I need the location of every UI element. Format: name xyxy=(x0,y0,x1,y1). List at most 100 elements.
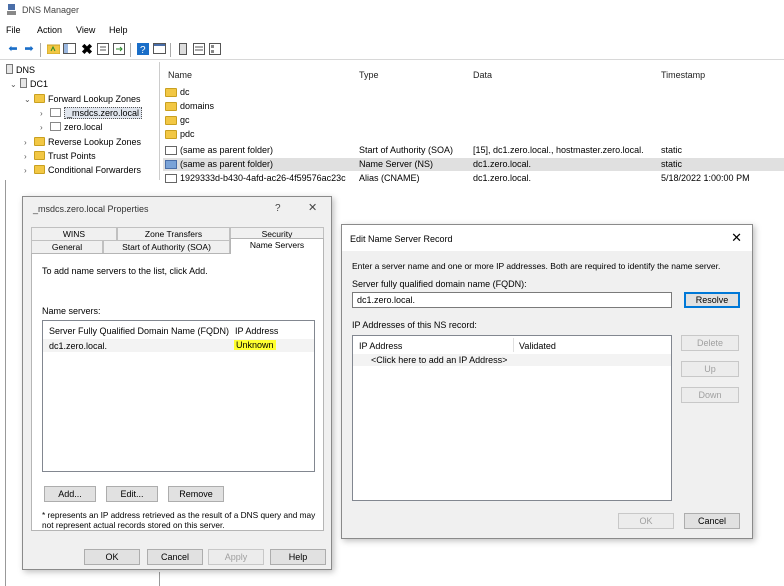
down-button[interactable]: Down xyxy=(681,387,739,403)
intro-text: Enter a server name and one or more IP a… xyxy=(352,261,721,271)
edit-button[interactable]: Edit... xyxy=(106,486,158,502)
list-item-selected[interactable]: (same as parent folder) Name Server (NS)… xyxy=(163,158,784,171)
chevron-down-icon[interactable]: ⌄ xyxy=(10,79,20,91)
chevron-right-icon[interactable]: › xyxy=(24,137,34,149)
record-timestamp: 5/18/2022 1:00:00 PM xyxy=(661,173,750,183)
column-header-name[interactable]: Name xyxy=(168,70,192,80)
server-icon xyxy=(20,78,27,88)
record-type: Start of Authority (SOA) xyxy=(359,145,454,155)
list-item[interactable]: pdc xyxy=(163,128,784,141)
tree-node-conditional-forwarders[interactable]: › Conditional Forwarders xyxy=(24,164,141,176)
console-view-icon[interactable] xyxy=(152,43,166,56)
record-timestamp: static xyxy=(661,145,683,155)
column-header-type[interactable]: Type xyxy=(359,70,379,80)
edit-ns-record-dialog: Edit Name Server Record ✕ Enter a server… xyxy=(341,224,753,539)
ip-addresses-list[interactable]: IP Address Validated <Click here to add … xyxy=(352,335,672,501)
tab-name-servers[interactable]: Name Servers xyxy=(230,238,324,254)
help-icon[interactable]: ? xyxy=(136,43,150,56)
list-item[interactable]: 1929333d-b430-4afd-ac26-4f59576ac23c Ali… xyxy=(163,172,784,185)
record-data: dc1.zero.local. xyxy=(473,159,532,169)
folder-icon xyxy=(34,137,45,146)
ok-button[interactable]: OK xyxy=(618,513,674,529)
tab-zone-transfers[interactable]: Zone Transfers xyxy=(117,227,230,240)
ns-ip-address: Unknown xyxy=(234,340,276,350)
chevron-right-icon[interactable]: › xyxy=(40,108,50,120)
records-list: Name Type Data Timestamp dc domains gc p… xyxy=(163,62,784,192)
tab-wins[interactable]: WINS xyxy=(31,227,117,240)
add-ip-row[interactable]: <Click here to add an IP Address> xyxy=(353,354,671,366)
add-button[interactable]: Add... xyxy=(44,486,96,502)
chevron-right-icon[interactable]: › xyxy=(24,151,34,163)
close-icon[interactable]: ✕ xyxy=(731,230,742,246)
forward-arrow-icon[interactable]: ➡ xyxy=(22,43,36,56)
close-icon[interactable]: ✕ xyxy=(308,201,317,214)
record-name: pdc xyxy=(180,129,195,139)
list-item[interactable]: domains xyxy=(163,100,784,113)
back-arrow-icon[interactable]: ⬅ xyxy=(6,43,20,56)
name-servers-list[interactable]: Server Fully Qualified Domain Name (FQDN… xyxy=(42,320,315,472)
delete-icon[interactable]: ✖ xyxy=(80,42,94,56)
record-data: [15], dc1.zero.local., hostmaster.zero.l… xyxy=(473,145,644,155)
cancel-button[interactable]: Cancel xyxy=(684,513,740,529)
name-servers-label: Name servers: xyxy=(42,306,101,316)
list-view-icon[interactable] xyxy=(192,43,206,56)
tree-node-dns[interactable]: DNS xyxy=(6,64,35,76)
folder-icon xyxy=(34,151,45,160)
column-header-ip-address[interactable]: IP Address xyxy=(235,326,278,336)
toolbar: ⬅ ➡ ✖ ? xyxy=(0,40,784,60)
column-header-fqdn[interactable]: Server Fully Qualified Domain Name (FQDN… xyxy=(49,326,229,336)
folder-up-icon[interactable] xyxy=(46,43,60,56)
chevron-right-icon[interactable]: › xyxy=(24,165,34,177)
tree-node-dc1[interactable]: ⌄ DC1 xyxy=(10,78,48,90)
footnote-line-2: not represent actual records stored on t… xyxy=(42,520,225,530)
menu-file[interactable]: File xyxy=(6,25,21,35)
column-header-data[interactable]: Data xyxy=(473,70,492,80)
help-icon[interactable]: ? xyxy=(275,203,281,214)
server-icon[interactable] xyxy=(176,43,190,56)
tree-node-trust-points[interactable]: › Trust Points xyxy=(24,150,96,162)
column-header-ip-address[interactable]: IP Address xyxy=(359,341,402,351)
record-data: dc1.zero.local. xyxy=(473,173,532,183)
tree-node-zero-local[interactable]: › zero.local xyxy=(40,121,103,133)
menu-bar: File Action View Help xyxy=(0,22,784,38)
cancel-button[interactable]: Cancel xyxy=(147,549,203,565)
menu-view[interactable]: View xyxy=(76,25,95,35)
list-item[interactable]: dc xyxy=(163,86,784,99)
chevron-right-icon[interactable]: › xyxy=(40,122,50,134)
up-button[interactable]: Up xyxy=(681,361,739,377)
apply-button[interactable]: Apply xyxy=(208,549,264,565)
dialog-title: Edit Name Server Record xyxy=(350,234,453,244)
tab-soa[interactable]: Start of Authority (SOA) xyxy=(103,240,230,253)
chevron-down-icon[interactable]: ⌄ xyxy=(24,94,34,106)
toolbar-separator xyxy=(170,43,171,57)
refresh-icon[interactable] xyxy=(112,43,126,56)
tree-node-reverse-lookup-zones[interactable]: › Reverse Lookup Zones xyxy=(24,136,141,148)
delete-button[interactable]: Delete xyxy=(681,335,739,351)
tab-general[interactable]: General xyxy=(31,240,103,253)
record-type: Name Server (NS) xyxy=(359,159,434,169)
ok-button[interactable]: OK xyxy=(84,549,140,565)
help-button[interactable]: Help xyxy=(270,549,326,565)
fqdn-input[interactable]: dc1.zero.local. xyxy=(352,292,672,308)
resolve-button[interactable]: Resolve xyxy=(684,292,740,308)
column-header-timestamp[interactable]: Timestamp xyxy=(661,70,705,80)
pane-divider xyxy=(159,572,160,586)
name-servers-panel: To add name servers to the list, click A… xyxy=(31,253,324,531)
column-header-validated[interactable]: Validated xyxy=(519,341,556,351)
add-ip-placeholder: <Click here to add an IP Address> xyxy=(371,355,508,365)
list-item[interactable]: dc1.zero.local. Unknown xyxy=(43,339,314,352)
remove-button[interactable]: Remove xyxy=(168,486,224,502)
folder-icon xyxy=(34,165,45,174)
detail-view-icon[interactable] xyxy=(208,43,222,56)
menu-action[interactable]: Action xyxy=(37,25,62,35)
properties-icon[interactable] xyxy=(96,43,110,56)
ns-fqdn: dc1.zero.local. xyxy=(49,341,108,351)
tree-node-msdcs-zone[interactable]: › _msdcs.zero.local xyxy=(40,107,143,120)
show-console-tree-icon[interactable] xyxy=(62,43,76,56)
tree-node-forward-lookup-zones[interactable]: ⌄ Forward Lookup Zones xyxy=(24,93,141,105)
record-timestamp: static xyxy=(661,159,683,169)
record-name: dc xyxy=(180,87,190,97)
menu-help[interactable]: Help xyxy=(109,25,128,35)
list-item[interactable]: gc xyxy=(163,114,784,127)
list-item[interactable]: (same as parent folder) Start of Authori… xyxy=(163,144,784,157)
